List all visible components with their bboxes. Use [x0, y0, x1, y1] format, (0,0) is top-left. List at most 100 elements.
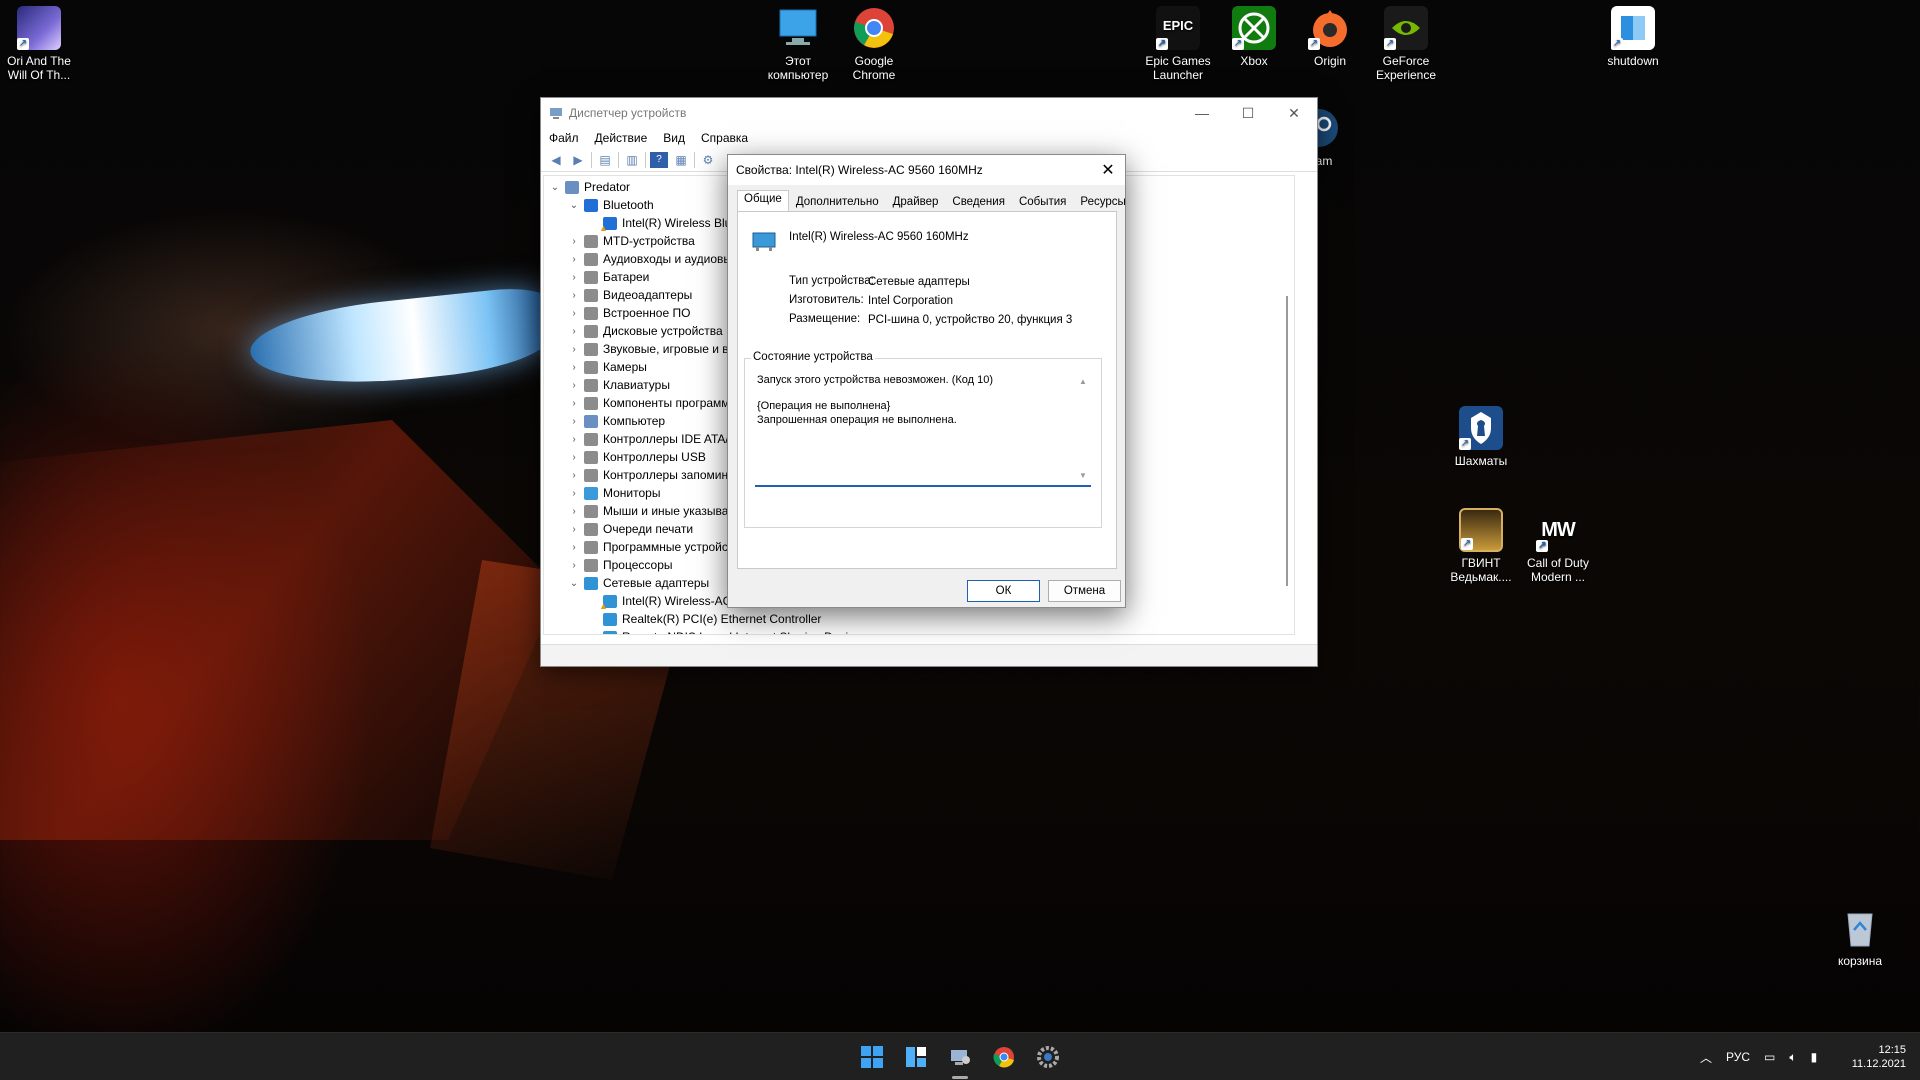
view-toolbar-icon[interactable]: ▦ — [672, 152, 690, 168]
chevron-right-icon[interactable]: › — [567, 380, 581, 391]
tab-driver[interactable]: Драйвер — [886, 193, 946, 211]
desktop-icon-recycle-bin[interactable]: корзина — [1821, 906, 1899, 968]
tab-details[interactable]: Сведения — [945, 193, 1012, 211]
battery-icon[interactable]: ▮ — [1811, 1050, 1818, 1064]
clock-date: 11.12.2021 — [1851, 1058, 1906, 1070]
gwent-icon: ↗ — [1459, 508, 1503, 552]
close-button[interactable]: ✕ — [1271, 98, 1317, 128]
tab-general[interactable]: Общие — [737, 190, 789, 211]
network-icon[interactable]: ▭ — [1764, 1050, 1775, 1064]
taskbar: ︿ РУС ▭ 🔈︎ ▮ 12:15 11.12.2021 — [0, 1032, 1920, 1080]
back-arrow-icon[interactable]: ◀ — [547, 152, 565, 168]
maximize-button[interactable]: ☐ — [1225, 98, 1271, 128]
desktop-icon-chrome[interactable]: Google Chrome — [835, 6, 913, 82]
computer-icon — [584, 414, 598, 428]
chevron-right-icon[interactable]: › — [567, 452, 581, 463]
chevron-right-icon[interactable]: › — [567, 416, 581, 427]
chevron-down-icon[interactable]: ⌄ — [548, 182, 562, 193]
ok-button[interactable]: ОК — [967, 580, 1040, 602]
settings-icon[interactable] — [1032, 1041, 1064, 1073]
desktop-icon-call-of-duty[interactable]: MW ↗ Call of Duty Modern ... — [1519, 508, 1597, 584]
status-scrollbar[interactable]: ▲ ▼ — [1077, 371, 1089, 485]
tab-advanced[interactable]: Дополнительно — [789, 193, 886, 211]
manufacturer-value: Intel Corporation — [868, 295, 954, 307]
help-icon[interactable]: ? — [650, 151, 668, 168]
status-line — [757, 387, 1075, 399]
desktop-icon-shutdown[interactable]: ↗ shutdown — [1594, 6, 1672, 68]
tab-events[interactable]: События — [1012, 193, 1073, 211]
manufacturer-label: Изготовитель: — [789, 294, 864, 306]
desktop-icon-geforce[interactable]: ↗ GeForce Experience — [1367, 6, 1445, 82]
desktop-icon-ori[interactable]: ↗ Ori And The Will Of Th... — [0, 6, 78, 82]
cancel-button[interactable]: Отмена — [1048, 580, 1121, 602]
clock-time: 12:15 — [1878, 1044, 1906, 1056]
software-device-icon — [584, 540, 598, 554]
chevron-down-icon[interactable]: ⌄ — [567, 200, 581, 211]
chevron-right-icon[interactable]: › — [567, 398, 581, 409]
device-status-textbox[interactable]: Запуск этого устройства невозможен. (Код… — [755, 371, 1091, 487]
tree-node-label: Клавиатуры — [603, 378, 670, 392]
menu-view[interactable]: Вид — [663, 131, 685, 145]
menu-action[interactable]: Действие — [595, 131, 648, 145]
dialog-titlebar[interactable]: Свойства: Intel(R) Wireless-AC 9560 160M… — [728, 155, 1125, 185]
chevron-right-icon[interactable]: › — [567, 254, 581, 265]
dialog-close-button[interactable]: ✕ — [1091, 160, 1125, 180]
chevron-right-icon[interactable]: › — [567, 524, 581, 535]
tree-node[interactable]: Remote NDIS based Internet Sharing Devic… — [544, 628, 1294, 634]
device-manager-icon[interactable] — [944, 1041, 976, 1079]
chevron-right-icon[interactable]: › — [567, 344, 581, 355]
chevron-right-icon[interactable]: › — [567, 308, 581, 319]
chevron-down-icon[interactable]: ⌄ — [567, 578, 581, 589]
audio-icon — [584, 252, 598, 266]
chevron-right-icon[interactable]: › — [567, 362, 581, 373]
menu-file[interactable]: Файл — [549, 131, 579, 145]
call-of-duty-icon: MW ↗ — [1536, 508, 1580, 552]
tree-node-label: Remote NDIS based Internet Sharing Devic… — [622, 630, 861, 634]
tab-resources[interactable]: Ресурсы — [1073, 193, 1132, 211]
chevron-right-icon[interactable]: › — [567, 434, 581, 445]
chevron-right-icon[interactable]: › — [567, 506, 581, 517]
status-bar — [541, 644, 1317, 666]
desktop-icon-gwent[interactable]: ↗ ГВИНТ Ведьмак.... — [1442, 508, 1520, 584]
chevron-right-icon[interactable]: › — [567, 488, 581, 499]
xbox-icon: ↗ — [1232, 6, 1276, 50]
network-adapter-icon — [603, 612, 617, 626]
desktop-icon-label: Origin — [1313, 54, 1346, 68]
properties-toolbar-icon[interactable]: ▤ — [596, 152, 614, 168]
chevron-up-icon[interactable]: ︿ — [1700, 1049, 1712, 1066]
language-indicator[interactable]: РУС — [1726, 1050, 1750, 1064]
chevron-right-icon[interactable]: › — [567, 470, 581, 481]
chrome-icon[interactable] — [988, 1041, 1020, 1073]
chevron-right-icon[interactable]: › — [567, 326, 581, 337]
tree-node[interactable]: Realtek(R) PCI(e) Ethernet Controller — [544, 610, 1294, 628]
window-titlebar[interactable]: Диспетчер устройств — ☐ ✕ — [541, 98, 1317, 128]
chevron-right-icon[interactable]: › — [567, 272, 581, 283]
tab-panel-general: Intel(R) Wireless-AC 9560 160MHz Тип уст… — [737, 211, 1117, 569]
desktop-icon-this-pc[interactable]: Этот компьютер — [759, 6, 837, 82]
cpu-icon — [584, 558, 598, 572]
chevron-right-icon[interactable]: › — [567, 560, 581, 571]
desktop-icon-xbox[interactable]: ↗ Xbox — [1215, 6, 1293, 68]
computer-icon — [565, 180, 579, 194]
minimize-button[interactable]: — — [1179, 98, 1225, 128]
display-adapter-icon — [584, 288, 598, 302]
start-icon[interactable] — [856, 1041, 888, 1073]
tree-node-label: Камеры — [603, 360, 647, 374]
vertical-scrollbar[interactable] — [1286, 296, 1288, 586]
chevron-right-icon[interactable]: › — [567, 542, 581, 553]
volume-icon[interactable]: 🔈︎ — [1789, 1050, 1796, 1065]
menu-help[interactable]: Справка — [701, 131, 748, 145]
clock[interactable]: 12:15 11.12.2021 — [1850, 1033, 1906, 1080]
desktop-icon-chess[interactable]: ↗ Шахматы — [1442, 406, 1520, 468]
desktop-icon-epic-games[interactable]: EPIC ↗ Epic Games Launcher — [1139, 6, 1217, 82]
scan-hardware-icon[interactable]: ⚙ — [699, 152, 717, 168]
list-toolbar-icon[interactable]: ▥ — [623, 152, 641, 168]
device-type-label: Тип устройства: — [789, 275, 874, 287]
bluetooth-warning-icon: ▲ — [599, 216, 617, 232]
desktop-icon-origin[interactable]: ↗ Origin — [1291, 6, 1369, 68]
geforce-icon: ↗ — [1384, 6, 1428, 50]
chevron-right-icon[interactable]: › — [567, 290, 581, 301]
widgets-icon[interactable] — [900, 1041, 932, 1073]
forward-arrow-icon[interactable]: ▶ — [569, 152, 587, 168]
chevron-right-icon[interactable]: › — [567, 236, 581, 247]
